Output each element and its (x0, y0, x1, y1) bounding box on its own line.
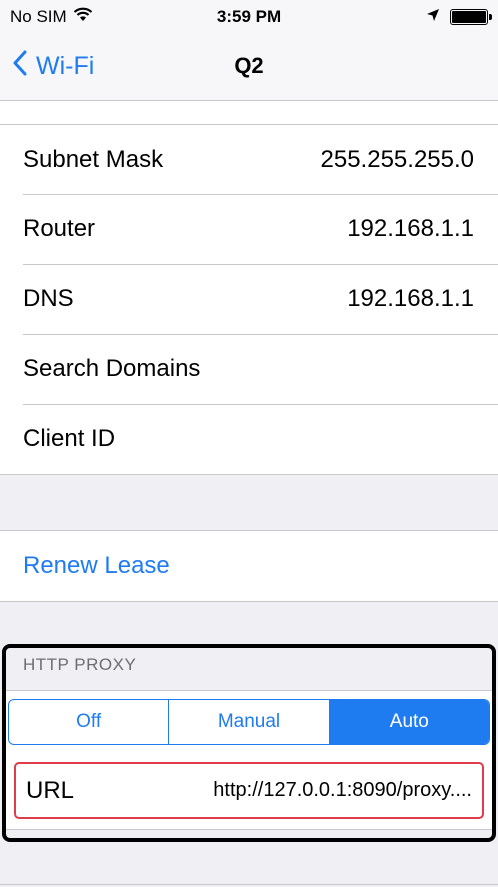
row-label: Subnet Mask (23, 145, 164, 173)
search-domains-row[interactable]: Search Domains (0, 334, 498, 404)
dns-row[interactable]: DNS 192.168.1.1 (0, 264, 498, 334)
network-info-group: Subnet Mask 255.255.255.0 Router 192.168… (0, 101, 498, 475)
client-id-row[interactable]: Client ID (0, 404, 498, 474)
page-title: Q2 (234, 53, 264, 78)
row-value: 192.168.1.1 (347, 215, 474, 242)
router-row: Router 192.168.1.1 (0, 194, 498, 264)
renew-lease-label: Renew Lease (23, 552, 170, 579)
status-time: 3:59 PM (216, 7, 282, 26)
status-right (426, 7, 492, 27)
battery-icon (450, 9, 492, 25)
row-label: Client ID (23, 425, 116, 452)
location-arrow-icon (426, 7, 440, 27)
status-bar: No SIM 3:59 PM (0, 0, 498, 34)
row-label: Search Domains (23, 355, 201, 382)
row-value: 192.168.1.1 (347, 285, 474, 312)
row-value: 255.255.255.0 (320, 145, 474, 173)
http-proxy-highlight-frame (2, 644, 496, 842)
partial-row (0, 101, 498, 124)
navigation-bar: Wi-Fi Q2 (0, 40, 498, 92)
row-label: DNS (23, 285, 74, 312)
subnet-mask-row: Subnet Mask 255.255.255.0 (0, 124, 498, 194)
renew-lease-group: Renew Lease (0, 530, 498, 602)
top-bar: No SIM 3:59 PM Wi-Fi Q2 (0, 0, 498, 101)
row-label: Router (23, 215, 96, 242)
divider (0, 884, 498, 885)
renew-lease-button[interactable]: Renew Lease (0, 531, 498, 601)
